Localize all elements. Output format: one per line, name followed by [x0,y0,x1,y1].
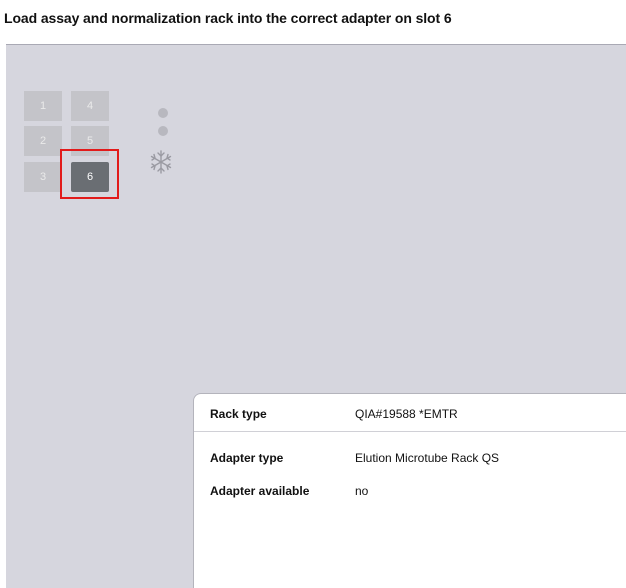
adapter-type-label: Adapter type [210,451,284,465]
adapter-available-label: Adapter available [210,484,310,498]
status-indicator-dot [158,108,168,118]
slot-1[interactable]: 1 [24,91,62,121]
status-indicator-dot [158,126,168,136]
adapter-available-value: no [355,484,369,498]
rack-type-row: Rack type QIA#19588 *EMTR [194,407,626,427]
adapter-available-row: Adapter available no [194,484,626,504]
slot-2[interactable]: 2 [24,126,62,156]
selected-slot-highlight [60,149,119,199]
adapter-type-row: Adapter type Elution Microtube Rack QS [194,451,626,471]
slot-4[interactable]: 4 [71,91,109,121]
adapter-type-value: Elution Microtube Rack QS [355,451,500,465]
rack-type-value: QIA#19588 *EMTR [355,407,458,421]
page-title: Load assay and normalization rack into t… [4,10,452,26]
slot-3[interactable]: 3 [24,162,62,192]
panel-divider [194,431,626,432]
rack-type-label: Rack type [210,407,267,421]
rack-info-panel: Rack type QIA#19588 *EMTR Adapter type E… [193,393,626,588]
header-bar: Load assay and normalization rack into t… [0,0,626,45]
snowflake-icon [150,150,172,174]
